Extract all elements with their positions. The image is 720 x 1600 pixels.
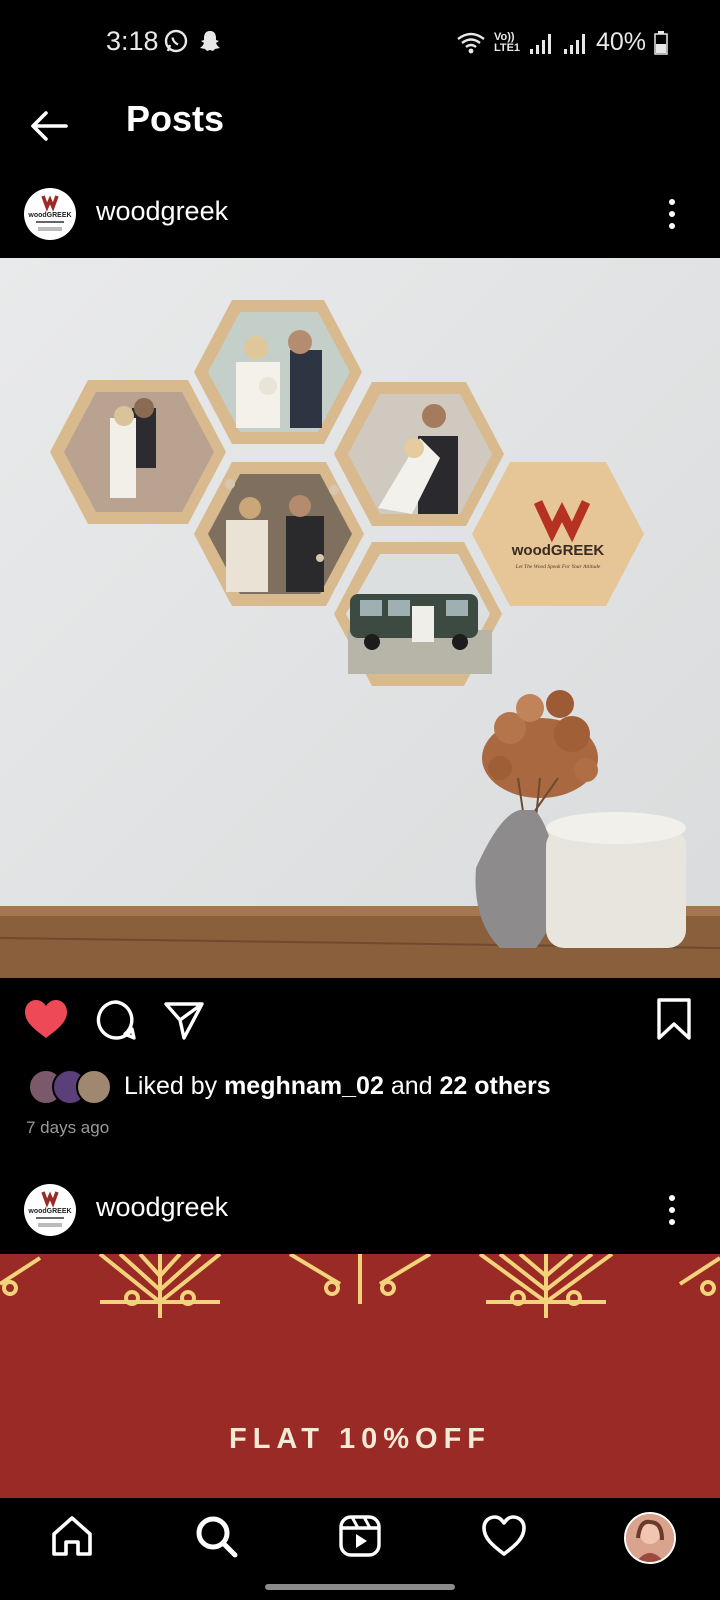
profile-avatar[interactable] bbox=[624, 1512, 676, 1564]
woodgreek-logo: woodGREEK bbox=[27, 195, 72, 231]
liker-username[interactable]: meghnam_02 bbox=[224, 1072, 384, 1100]
battery-percent: 40% bbox=[595, 28, 646, 56]
likes-summary[interactable]: Liked by meghnam_02 and 22 others bbox=[28, 1068, 551, 1105]
reels-icon[interactable] bbox=[336, 1512, 384, 1560]
post-header: woodGREEK woodgreek bbox=[0, 1172, 720, 1246]
post-actions bbox=[0, 996, 720, 1052]
like-heart-icon[interactable] bbox=[22, 996, 70, 1044]
account-avatar[interactable]: woodGREEK bbox=[24, 188, 76, 240]
post-username[interactable]: woodgreek bbox=[96, 1192, 228, 1223]
likes-count[interactable]: 22 others bbox=[440, 1072, 551, 1100]
page-title: Posts bbox=[126, 98, 225, 139]
home-icon[interactable] bbox=[48, 1512, 96, 1560]
post-username[interactable]: woodgreek bbox=[96, 196, 228, 227]
svg-text:woodGREEK: woodGREEK bbox=[27, 212, 71, 219]
signal-icon bbox=[529, 33, 551, 54]
profile-photo bbox=[626, 1514, 674, 1562]
liker-avatars bbox=[28, 1069, 112, 1105]
account-avatar[interactable]: woodGREEK bbox=[24, 1184, 76, 1236]
heart-icon[interactable] bbox=[480, 1512, 528, 1560]
status-bar: 3:18 Vo)) LTE1 40% bbox=[0, 0, 720, 88]
svg-text:woodGREEK: woodGREEK bbox=[27, 1208, 71, 1215]
promo-ornament bbox=[0, 1254, 720, 1318]
image-tagline: Let The Wood Speak For Your Attitude bbox=[515, 564, 601, 570]
promo-image[interactable]: FLAT 10%OFF bbox=[0, 1254, 720, 1498]
bookmark-icon[interactable] bbox=[650, 996, 698, 1044]
whatsapp-icon bbox=[164, 29, 188, 53]
network-label: Vo)) LTE1 bbox=[493, 30, 521, 54]
post-image[interactable]: woodGREEK Let The Wood Speak For Your At… bbox=[0, 258, 720, 978]
comment-icon[interactable] bbox=[92, 996, 140, 1044]
post-header: woodGREEK woodgreek bbox=[0, 176, 720, 250]
avatar bbox=[76, 1069, 112, 1105]
posts-header: Posts bbox=[0, 88, 720, 178]
share-icon[interactable] bbox=[160, 996, 208, 1044]
bottom-navigation bbox=[0, 1498, 720, 1600]
status-time: 3:18 bbox=[106, 26, 159, 56]
promo-text: FLAT 10%OFF bbox=[228, 1423, 492, 1455]
woodgreek-logo: woodGREEK bbox=[27, 1191, 72, 1227]
wifi-icon bbox=[457, 32, 485, 53]
home-indicator[interactable] bbox=[265, 1584, 455, 1590]
battery-icon bbox=[654, 30, 668, 55]
jar-decor bbox=[546, 812, 686, 948]
more-options-icon[interactable] bbox=[662, 1190, 682, 1230]
likes-text: Liked by meghnam_02 and 22 others bbox=[124, 1071, 551, 1100]
image-brand-text: woodGREEK bbox=[511, 542, 605, 559]
back-arrow-icon[interactable] bbox=[26, 102, 74, 150]
more-options-icon[interactable] bbox=[662, 194, 682, 234]
snapchat-icon bbox=[200, 31, 220, 51]
signal-icon bbox=[563, 33, 585, 54]
search-icon[interactable] bbox=[192, 1512, 240, 1560]
post-timestamp: 7 days ago bbox=[26, 1118, 110, 1137]
